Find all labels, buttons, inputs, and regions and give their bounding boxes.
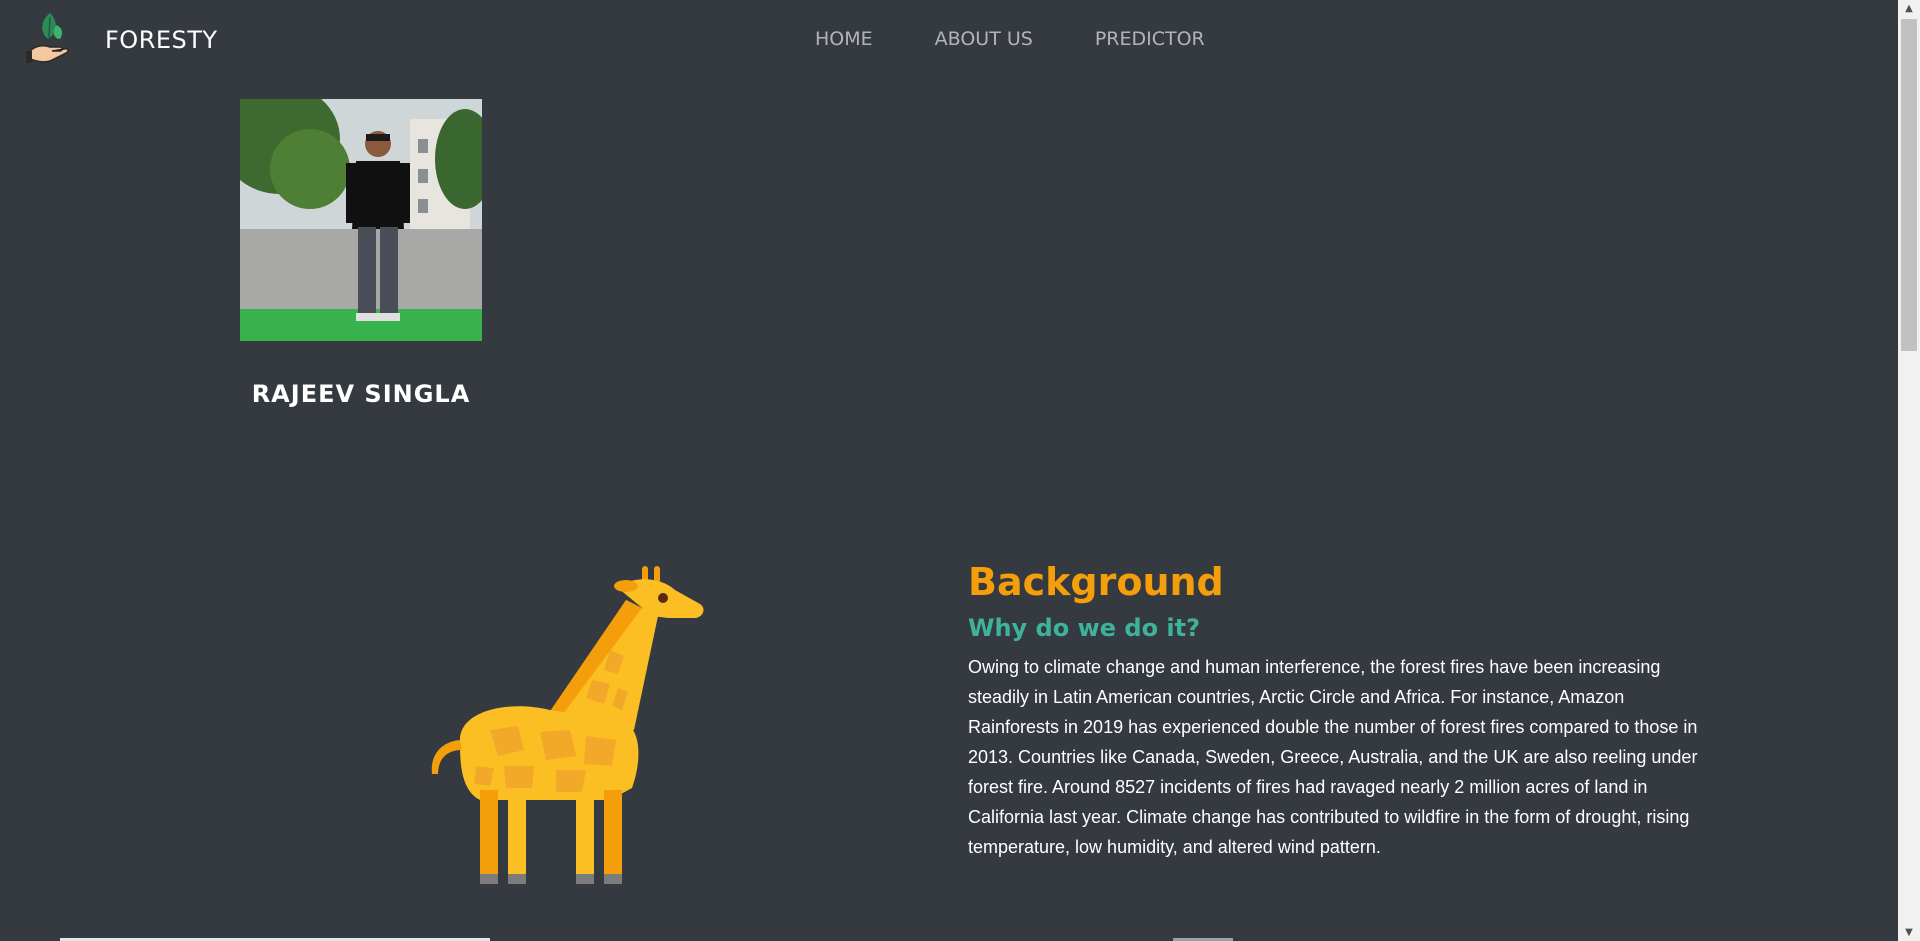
background-title: Background [968, 560, 1224, 604]
background-section: Background Why do we do it? Owing to cli… [968, 560, 1708, 862]
about-page: FORESTY HOME ABOUT US PREDICTOR RAJEEV S… [0, 0, 1920, 941]
navbar: FORESTY HOME ABOUT US PREDICTOR [0, 0, 1898, 80]
nav-link-about-us[interactable]: ABOUT US [935, 28, 1033, 50]
brand-name[interactable]: FORESTY [105, 26, 218, 54]
giraffe-icon [431, 566, 704, 884]
nav-link-predictor[interactable]: PREDICTOR [1095, 28, 1205, 50]
scroll-up-arrow-icon[interactable]: ▲ [1898, 0, 1920, 17]
background-paragraph: Owing to climate change and human interf… [968, 657, 1698, 857]
nav-link-home[interactable]: HOME [815, 28, 873, 50]
profile-name: RAJEEV SINGLA [251, 380, 471, 408]
profile-photo [240, 99, 482, 341]
nav-links: HOME ABOUT US PREDICTOR [815, 28, 1267, 50]
background-subtitle: Why do we do it? [968, 614, 1201, 642]
vertical-scrollbar[interactable]: ▲ ▼ [1898, 0, 1920, 941]
leaf-hand-icon[interactable] [26, 11, 76, 67]
scrollbar-thumb[interactable] [1901, 19, 1917, 351]
scroll-down-arrow-icon[interactable]: ▼ [1898, 924, 1920, 941]
